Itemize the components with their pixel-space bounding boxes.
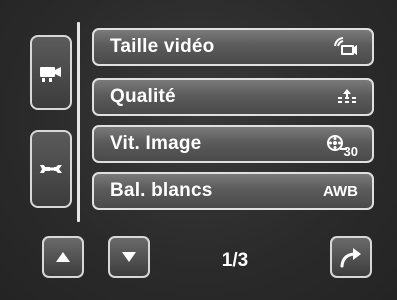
frame-rate-value: 30 <box>326 135 358 159</box>
video-mode-tab[interactable] <box>30 35 72 110</box>
video-camera-icon <box>40 66 61 82</box>
down-arrow-icon <box>122 252 136 262</box>
menu-item-value: AWB <box>323 182 358 200</box>
page-indicator: 1/3 <box>221 250 249 271</box>
menu-item-label: Qualité <box>110 86 176 107</box>
menu-item-white-balance[interactable]: Bal. blancs AWB <box>92 172 374 210</box>
quality-icon <box>338 89 356 103</box>
menu-item-quality[interactable]: Qualité <box>92 78 374 116</box>
menu-item-label: Taille vidéo <box>110 36 215 57</box>
menu-item-frame-rate[interactable]: Vit. Image 30 <box>92 125 374 163</box>
menu-item-label: Vit. Image <box>110 133 202 154</box>
setup-tab[interactable] <box>30 130 72 208</box>
exit-button[interactable] <box>330 236 372 278</box>
menu-item-video-size[interactable]: Taille vidéo <box>92 28 374 66</box>
menu-divider <box>77 22 80 222</box>
menu-item-value: 30 <box>343 144 358 159</box>
menu-item-label: Bal. blancs <box>110 180 213 201</box>
wrench-icon <box>40 165 62 173</box>
camera-menu-screen: Taille vidéo Qualité Vit. Image 30 Bal. … <box>0 0 397 300</box>
video-size-icon <box>334 37 357 55</box>
curved-arrow-icon <box>340 248 361 268</box>
up-arrow-icon <box>56 252 70 262</box>
scroll-up-button[interactable] <box>42 236 84 278</box>
scroll-down-button[interactable] <box>108 236 150 278</box>
